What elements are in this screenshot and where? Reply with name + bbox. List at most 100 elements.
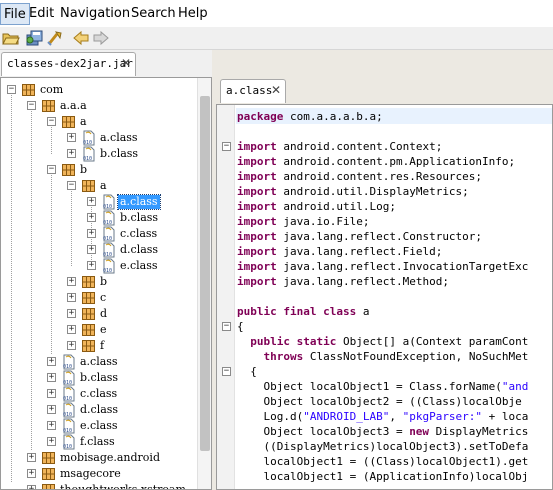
code-text: android.util.Log; — [276, 200, 396, 213]
close-icon[interactable]: ✕ — [270, 83, 282, 97]
tree-package-item[interactable]: + e — [67, 322, 211, 338]
forward-arrow-icon[interactable] — [92, 29, 110, 47]
tree-package-item[interactable]: + thoughtworks.xstream — [27, 482, 207, 490]
code-keyword: new — [409, 425, 430, 438]
expand-toggle-icon[interactable]: + — [27, 485, 36, 489]
code-editor[interactable]: − − − package com.a.a.a.b.a; import android… — [216, 104, 553, 490]
tree-connector-line — [31, 106, 32, 450]
fold-toggle-icon[interactable]: − — [222, 367, 231, 376]
tree-class-item[interactable]: +010 c.class — [87, 226, 211, 242]
tree-class-item[interactable]: +010 b.class — [67, 146, 211, 162]
expand-toggle-icon[interactable]: + — [67, 341, 76, 350]
collapse-toggle-icon[interactable]: − — [47, 117, 56, 126]
code-string: "and — [501, 380, 529, 393]
tree-class-item[interactable]: +010 a.class — [87, 194, 211, 210]
tree-item-label: a — [100, 179, 107, 192]
tree-class-item[interactable]: +010 a.class — [67, 130, 211, 146]
tree-class-item[interactable]: +010 c.class — [47, 386, 211, 402]
tree-class-item[interactable]: +010 b.class — [47, 370, 211, 386]
code-line: Log.d("ANDROID_LAB", "pkgParser:" + loca — [237, 409, 528, 424]
tree-class-item[interactable]: +010 e.class — [87, 258, 211, 274]
save-all-icon[interactable] — [26, 29, 44, 47]
expand-toggle-icon[interactable]: + — [47, 421, 56, 430]
collapse-toggle-icon[interactable]: − — [7, 85, 16, 94]
tree-class-item[interactable]: +010 a.class — [47, 354, 211, 370]
class-file-icon: 010 — [63, 386, 75, 402]
tree-package-item[interactable]: + f — [67, 338, 211, 354]
tree-class-item[interactable]: +010 f.class — [47, 434, 211, 450]
expand-toggle-icon[interactable]: + — [47, 373, 56, 382]
expand-toggle-icon[interactable]: + — [47, 357, 56, 366]
class-file-icon: 010 — [63, 354, 75, 370]
tree-package-item[interactable]: − a — [47, 114, 211, 130]
expand-toggle-icon[interactable]: + — [67, 325, 76, 334]
expand-toggle-icon[interactable]: + — [87, 261, 96, 270]
tree-class-item[interactable]: +010 d.class — [87, 242, 211, 258]
close-icon[interactable]: ✕ — [120, 56, 132, 70]
collapse-toggle-icon[interactable]: − — [47, 165, 56, 174]
tree-item-label: thoughtworks.xstream — [60, 483, 186, 490]
collapse-toggle-icon[interactable]: − — [67, 181, 76, 190]
left-tab-bar: classes-dex2jar.jar ✕ — [0, 50, 212, 77]
tree-package-item[interactable]: − a.a.a — [27, 98, 207, 114]
code-line: import android.util.DisplayMetrics; — [237, 184, 469, 199]
code-text: Object localObject1 = Class.forName( — [237, 380, 502, 393]
code-text: java.lang.reflect.Field; — [276, 245, 443, 258]
expand-toggle-icon[interactable]: + — [27, 469, 36, 478]
sync-icon[interactable] — [46, 29, 64, 47]
code-keyword: import — [237, 200, 277, 213]
expand-toggle-icon[interactable]: + — [67, 149, 76, 158]
expand-toggle-icon[interactable]: + — [67, 293, 76, 302]
tree-scrollbar-thumb[interactable] — [200, 96, 210, 451]
class-file-icon: 010 — [103, 210, 115, 226]
open-folder-icon[interactable] — [2, 29, 20, 47]
tree-scrollbar[interactable] — [197, 78, 211, 489]
tab-classes-dex2jar[interactable]: classes-dex2jar.jar ✕ — [1, 52, 136, 76]
tree-package-item[interactable]: − a — [67, 178, 211, 194]
fold-toggle-icon[interactable]: − — [222, 142, 231, 151]
code-keyword: import — [237, 275, 277, 288]
tree-package-item[interactable]: − b — [47, 162, 211, 178]
code-line: import android.content.res.Resources; — [237, 169, 482, 184]
expand-toggle-icon[interactable]: + — [47, 405, 56, 414]
tree-item-label: msagecore — [60, 467, 121, 480]
package-tree[interactable]: − com − a.a.a − a +010 a.class +010 b.class − b − a +0… — [0, 77, 212, 490]
menu-search[interactable]: Search — [128, 3, 179, 25]
expand-toggle-icon[interactable]: + — [27, 453, 36, 462]
back-arrow-icon[interactable] — [72, 29, 90, 47]
collapse-toggle-icon[interactable]: − — [27, 101, 36, 110]
code-line: import android.util.Log; — [237, 199, 396, 214]
tree-package-item[interactable]: + mobisage.android — [27, 450, 207, 466]
tree-item-label: b.class — [100, 147, 139, 160]
tree-package-item[interactable]: + c — [67, 290, 211, 306]
class-file-icon: 010 — [103, 226, 115, 242]
tree-item-label: mobisage.android — [60, 451, 160, 464]
tree-class-item[interactable]: +010 d.class — [47, 402, 211, 418]
expand-toggle-icon[interactable]: + — [87, 213, 96, 222]
menu-bar: File Edit Navigation Search Help — [0, 0, 553, 27]
code-keyword: public final class — [237, 305, 357, 318]
tree-package-item[interactable]: + b — [67, 274, 211, 290]
class-file-icon: 010 — [103, 242, 115, 258]
menu-navigation[interactable]: Navigation — [57, 3, 133, 25]
expand-toggle-icon[interactable]: + — [87, 245, 96, 254]
tree-package-item[interactable]: − com — [7, 82, 187, 98]
tree-package-item[interactable]: + msagecore — [27, 466, 207, 482]
expand-toggle-icon[interactable]: + — [47, 437, 56, 446]
expand-toggle-icon[interactable]: + — [67, 309, 76, 318]
code-keyword: import — [237, 185, 277, 198]
expand-toggle-icon[interactable]: + — [47, 389, 56, 398]
tab-a-class[interactable]: a.class ✕ — [220, 79, 286, 103]
menu-help[interactable]: Help — [175, 3, 211, 25]
expand-toggle-icon[interactable]: + — [87, 197, 96, 206]
menu-edit[interactable]: Edit — [26, 3, 57, 25]
tree-item-label: d — [100, 307, 108, 320]
expand-toggle-icon[interactable]: + — [87, 229, 96, 238]
expand-toggle-icon[interactable]: + — [67, 277, 76, 286]
tree-package-item[interactable]: + d — [67, 306, 211, 322]
expand-toggle-icon[interactable]: + — [67, 133, 76, 142]
fold-toggle-icon[interactable]: − — [222, 322, 231, 331]
tree-class-item[interactable]: +010 b.class — [87, 210, 211, 226]
tree-class-item[interactable]: +010 e.class — [47, 418, 211, 434]
